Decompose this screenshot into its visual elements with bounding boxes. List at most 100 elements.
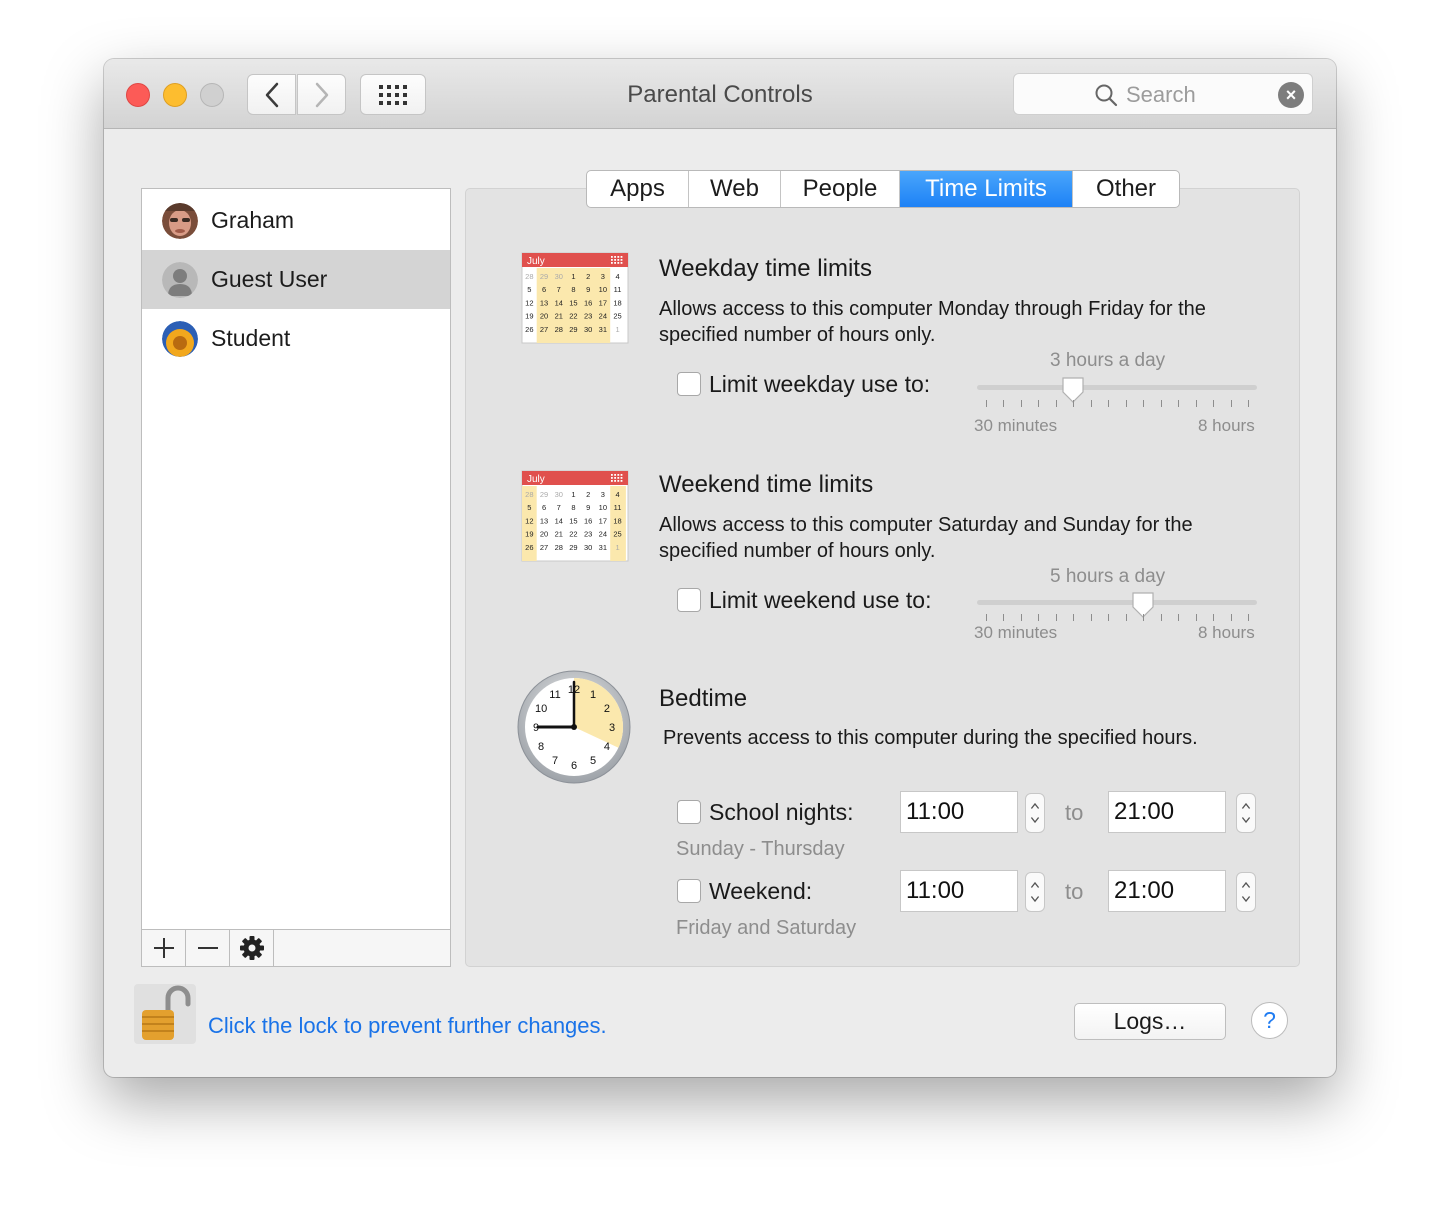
school-nights-sub: Sunday - Thursday [676,838,845,860]
action-menu-button[interactable] [230,930,274,966]
svg-text:July: July [527,256,545,267]
svg-text:3: 3 [601,490,605,499]
weekend-bedtime-sub: Friday and Saturday [676,917,857,939]
school-nights-to-field[interactable]: 21:00 [1108,791,1226,833]
svg-text:6: 6 [542,503,546,512]
user-item-guest-user[interactable]: Guest User [142,250,450,309]
weekday-slider-track[interactable] [977,385,1257,390]
slider-tick [1230,400,1232,407]
school-nights-to-stepper[interactable] [1236,793,1256,833]
user-item-student[interactable]: Student [142,309,450,368]
svg-text:27: 27 [540,543,548,552]
svg-text:7: 7 [552,755,558,767]
svg-text:1: 1 [615,325,619,334]
svg-text:24: 24 [599,530,607,539]
weekend-from-stepper[interactable] [1025,872,1045,912]
clear-search-icon[interactable]: × [1278,82,1304,108]
weekend-from-field[interactable]: 11:00 [900,870,1018,912]
svg-text:2: 2 [586,490,590,499]
weekend-to-stepper[interactable] [1236,872,1256,912]
tab-web[interactable]: Web [689,171,781,207]
unlocked-padlock-icon[interactable] [134,984,196,1044]
slider-tick [1125,400,1127,407]
svg-text:17: 17 [599,298,607,307]
svg-text:20: 20 [540,312,548,321]
slider-tick [1143,614,1145,621]
bedtime-title: Bedtime [659,685,748,712]
gear-icon [239,936,264,960]
school-nights-from-field[interactable]: 11:00 [900,791,1018,833]
slider-tick [1195,400,1197,407]
weekend-title: Weekend time limits [659,471,874,498]
tab-apps[interactable]: Apps [587,171,689,207]
search-field[interactable]: Search × [1013,73,1313,115]
slider-tick [1055,400,1057,407]
weekend-bedtime-label: Weekend: [709,878,813,904]
tab-time-limits[interactable]: Time Limits [900,171,1073,207]
slider-tick [1090,614,1092,621]
school-nights-checkbox[interactable] [677,800,701,824]
svg-text:29: 29 [569,543,577,552]
slider-tick [1248,400,1249,407]
bedtime-desc: Prevents access to this computer during … [663,727,1198,749]
svg-text:12: 12 [525,516,533,525]
svg-text:11: 11 [614,285,622,294]
weekend-bedtime-checkbox[interactable] [677,879,701,903]
weekend-slider-track[interactable] [977,600,1257,605]
svg-text:1: 1 [590,689,596,701]
weekend-max-label: 8 hours [1198,623,1255,642]
svg-text:16: 16 [584,516,592,525]
school-nights-from-stepper[interactable] [1025,793,1045,833]
clock-icon: 121234567891011 [517,670,631,784]
guest-avatar-icon [162,261,198,298]
svg-text:9: 9 [586,503,590,512]
plus-icon [153,938,174,958]
svg-text:27: 27 [540,325,548,334]
remove-user-button[interactable] [186,930,230,966]
svg-text:4: 4 [615,490,619,499]
svg-text:20: 20 [540,530,548,539]
slider-tick [1073,614,1075,621]
help-button[interactable]: ? [1251,1002,1288,1039]
svg-text:22: 22 [569,530,577,539]
user-name: Graham [211,207,295,233]
slider-tick [1143,400,1145,407]
slider-tick [986,614,987,621]
user-item-graham[interactable]: Graham [142,191,450,250]
svg-text:31: 31 [599,325,607,334]
svg-text:23: 23 [584,312,592,321]
school-nights-label: School nights: [709,799,854,825]
svg-text:15: 15 [569,516,577,525]
user-name: Guest User [211,266,328,292]
slider-tick [1213,400,1215,407]
slider-tick [1020,400,1022,407]
svg-text:6: 6 [542,285,546,294]
slider-tick [1003,400,1005,407]
weekend-to-field[interactable]: 21:00 [1108,870,1226,912]
limit-weekday-checkbox[interactable] [677,372,701,396]
slider-tick [1055,614,1057,621]
weekend-desc-line1: Allows access to this computer Saturday … [659,514,1193,536]
slider-tick [1073,400,1075,407]
slider-tick [1178,400,1180,407]
weekend-slider-ticks [986,614,1249,622]
limit-weekend-checkbox[interactable] [677,588,701,612]
tab-people[interactable]: People [781,171,900,207]
svg-text:7: 7 [557,503,561,512]
svg-text:17: 17 [599,516,607,525]
svg-text:1: 1 [615,543,619,552]
titlebar: Parental Controls Search × [104,59,1336,129]
svg-text:23: 23 [584,530,592,539]
svg-text:10: 10 [599,503,607,512]
tab-other[interactable]: Other [1073,171,1179,207]
search-icon [1095,84,1118,107]
slider-tick [986,400,987,407]
svg-text:July: July [527,474,545,485]
svg-text:13: 13 [540,298,548,307]
add-user-button[interactable] [142,930,186,966]
svg-text:30: 30 [555,490,563,499]
svg-text:14: 14 [555,298,563,307]
logs-button[interactable]: Logs… [1074,1003,1226,1040]
lock-message-link[interactable]: Click the lock to prevent further change… [208,1013,607,1039]
svg-text:29: 29 [540,272,548,281]
